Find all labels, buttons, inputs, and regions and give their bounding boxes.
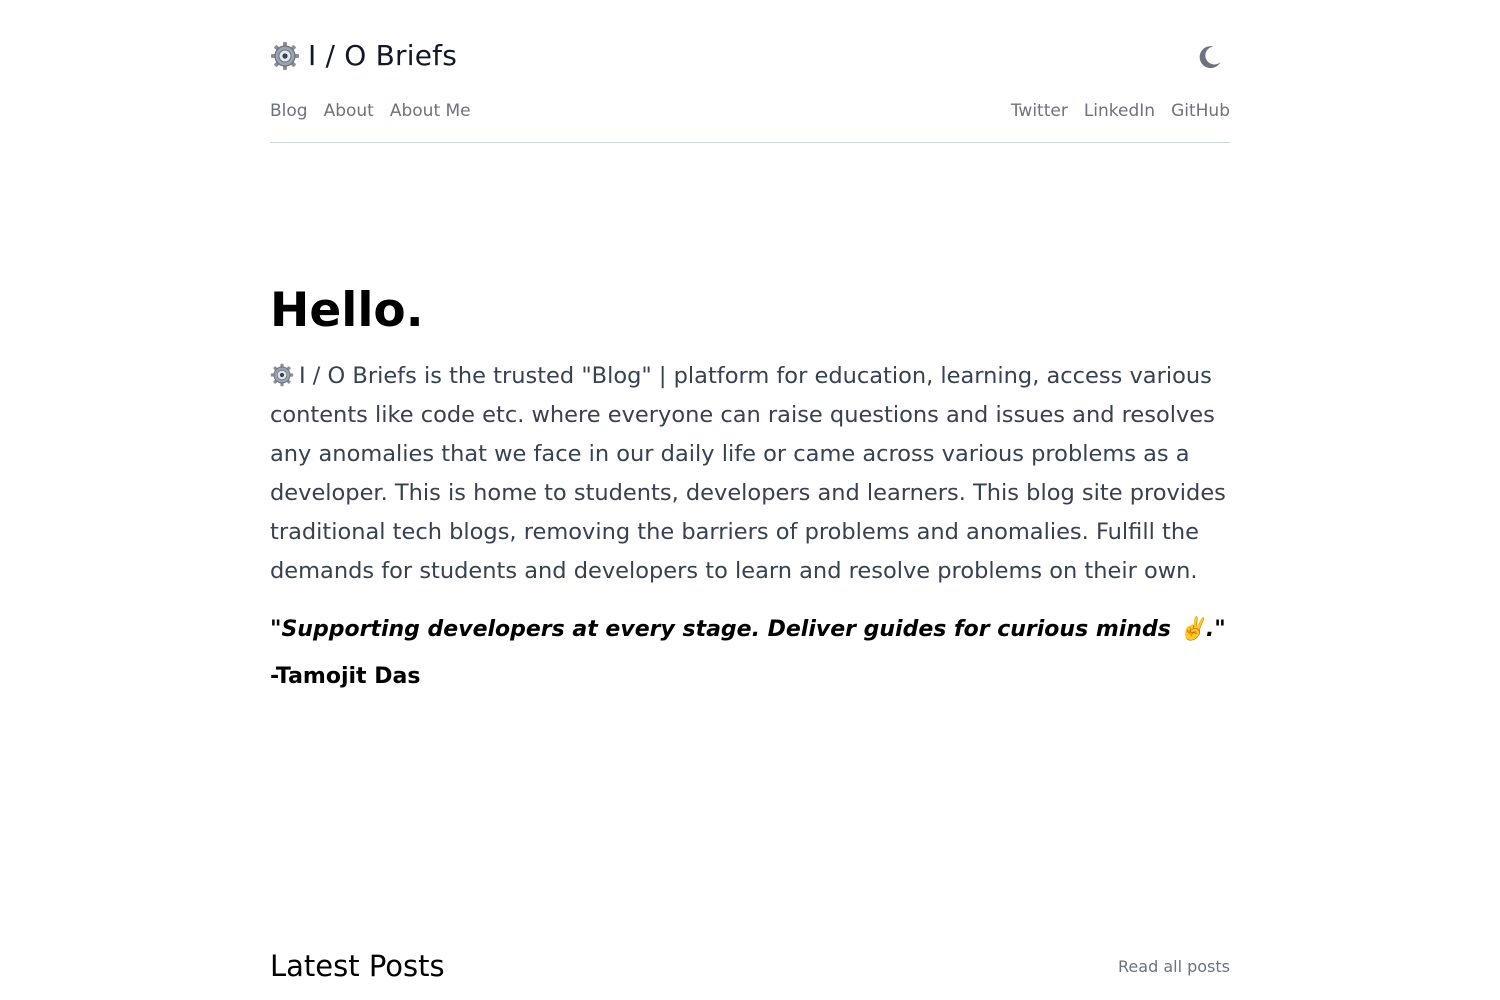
site-title: I / O Briefs — [308, 39, 458, 72]
main-nav: Blog About About Me Twitter LinkedIn Git… — [270, 96, 1230, 143]
site-header: I / O Briefs — [270, 36, 1230, 78]
hero-intro: I / O Briefs is the trusted "Blog" | pla… — [270, 357, 1230, 591]
nav-link-linkedin[interactable]: LinkedIn — [1084, 100, 1155, 122]
nav-left: Blog About About Me — [270, 100, 471, 122]
gear-icon — [270, 361, 294, 387]
nav-link-about[interactable]: About — [324, 100, 374, 122]
nav-right: Twitter LinkedIn GitHub — [1011, 100, 1230, 122]
hero-intro-text: I / O Briefs is the trusted "Blog" | pla… — [270, 363, 1226, 584]
hero-title: Hello. — [270, 283, 424, 338]
nav-link-about-me[interactable]: About Me — [390, 100, 471, 122]
site-logo-link[interactable]: I / O Briefs — [270, 36, 457, 76]
page: I / O Briefs Blog About About Me Twitter… — [270, 0, 1230, 1000]
read-all-posts-link[interactable]: Read all posts — [1118, 956, 1230, 978]
nav-link-twitter[interactable]: Twitter — [1011, 100, 1068, 122]
quote-author: -Tamojit Das — [270, 664, 421, 689]
nav-link-github[interactable]: GitHub — [1171, 100, 1230, 122]
hero-quote: "Supporting developers at every stage. D… — [270, 617, 1226, 642]
theme-toggle-button[interactable] — [1196, 43, 1224, 71]
nav-link-blog[interactable]: Blog — [270, 100, 308, 122]
gear-icon — [270, 41, 300, 71]
moon-icon — [1196, 46, 1224, 74]
latest-posts-heading: Latest Posts — [270, 949, 445, 983]
